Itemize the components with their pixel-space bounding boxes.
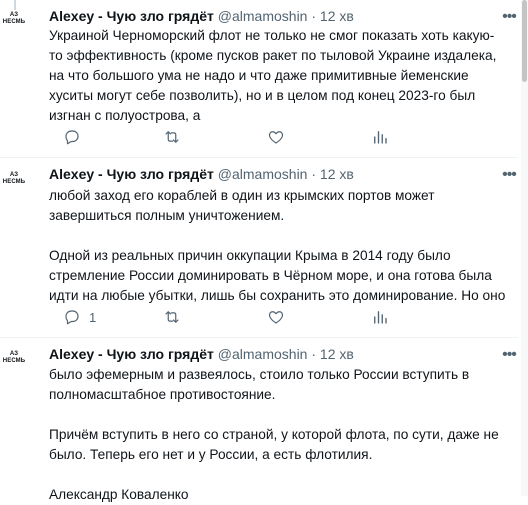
reply-button[interactable]: 1	[63, 308, 96, 326]
avatar-text-line1: АЗ	[9, 12, 19, 18]
author-handle[interactable]: @almamoshin	[218, 166, 308, 182]
like-button[interactable]	[267, 308, 285, 326]
text-line: идти на любые убытки, лишь бы сохранить …	[49, 288, 506, 303]
separator-dot: ·	[311, 166, 317, 182]
author-name[interactable]: Alexey - Чую зло грядёт	[49, 346, 214, 362]
reply-count: 1	[89, 309, 97, 325]
tweet-actions	[49, 128, 509, 148]
author-name[interactable]: Alexey - Чую зло грядёт	[49, 8, 214, 24]
retweet-icon	[165, 131, 179, 143]
author-handle[interactable]: @almamoshin	[218, 346, 308, 362]
more-horizontal-icon[interactable]: •••	[500, 167, 518, 184]
like-icon	[268, 311, 284, 324]
tweet-text: Украиной Черноморский флот не только не …	[49, 26, 509, 126]
more-horizontal-icon[interactable]: •••	[500, 9, 518, 26]
reply-button[interactable]	[63, 128, 81, 146]
avatar-text-line2: НЕСМЬ	[2, 179, 26, 185]
tweet-actions: 1	[49, 308, 509, 328]
text-line: любой заход его кораблей в один из крымс…	[49, 188, 435, 203]
views-icon	[374, 311, 387, 324]
avatar[interactable]: АЗ НЕСМЬ	[0, 172, 28, 200]
text-line: то эффективность (кроме пусков ракет по …	[49, 48, 497, 63]
timestamp[interactable]: 12 хв	[320, 346, 354, 362]
tweet-header: Alexey - Чую зло грядёт @almamoshin · 12…	[49, 8, 354, 25]
tweet-divider	[0, 157, 518, 158]
text-line: Одной из реальных причин оккупации Крыма…	[49, 248, 451, 263]
avatar-text-line2: НЕСМЬ	[2, 358, 26, 364]
like-button[interactable]	[267, 128, 285, 146]
scrollbar-thumb[interactable]	[522, 0, 527, 82]
tweet-text: любой заход его кораблей в один из крымс…	[49, 186, 509, 306]
text-line: было. Теперь его нет и у России, а есть …	[49, 447, 373, 462]
text-line: Александр Коваленко	[49, 487, 189, 502]
author-handle[interactable]: @almamoshin	[218, 8, 308, 24]
avatar-text-line2: НЕСМЬ	[2, 19, 26, 25]
views-button[interactable]	[371, 308, 389, 326]
timestamp[interactable]: 12 хв	[320, 8, 354, 24]
retweet-button[interactable]	[163, 308, 181, 326]
text-line: хуситы могут себе позволить), но и в цел…	[49, 88, 476, 103]
tweet-header: Alexey - Чую зло грядёт @almamoshin · 12…	[49, 346, 354, 363]
text-line: завершиться полным уничтожением.	[49, 208, 285, 223]
separator-dot: ·	[311, 8, 317, 24]
avatar[interactable]: АЗ НЕСМЬ	[0, 351, 28, 379]
retweet-button[interactable]	[163, 128, 181, 146]
views-icon	[374, 131, 387, 144]
timestamp[interactable]: 12 хв	[320, 166, 354, 182]
text-line: изгнан с полуострова, а	[49, 108, 201, 123]
views-button[interactable]	[371, 128, 389, 146]
reply-icon	[65, 310, 79, 325]
author-name[interactable]: Alexey - Чую зло грядёт	[49, 166, 214, 182]
text-line: полномасштабное противостояние.	[49, 387, 276, 402]
thread-line	[14, 0, 16, 10]
text-line: Украиной Черноморский флот не только не …	[49, 28, 495, 43]
tweet-text: было эфемерным и развеялось, стоило толь…	[49, 365, 509, 505]
tweet-header: Alexey - Чую зло грядёт @almamoshin · 12…	[49, 166, 354, 183]
text-line: стремление России доминировать в Чёрном …	[49, 268, 492, 283]
like-icon	[268, 131, 284, 144]
text-line: на что большого ума не надо и что даже п…	[49, 68, 469, 83]
separator-dot: ·	[311, 346, 317, 362]
text-line: Причём вступить в него со страной, у кот…	[49, 427, 499, 442]
text-line: было эфемерным и развеялось, стоило толь…	[49, 367, 470, 382]
avatar-text-line1: АЗ	[9, 172, 19, 178]
reply-icon	[65, 130, 79, 145]
avatar[interactable]: АЗ НЕСМЬ	[0, 12, 28, 40]
avatar-text-line1: АЗ	[9, 351, 19, 357]
more-horizontal-icon[interactable]: •••	[500, 347, 518, 364]
retweet-icon	[165, 311, 179, 323]
tweet-divider	[0, 337, 518, 338]
